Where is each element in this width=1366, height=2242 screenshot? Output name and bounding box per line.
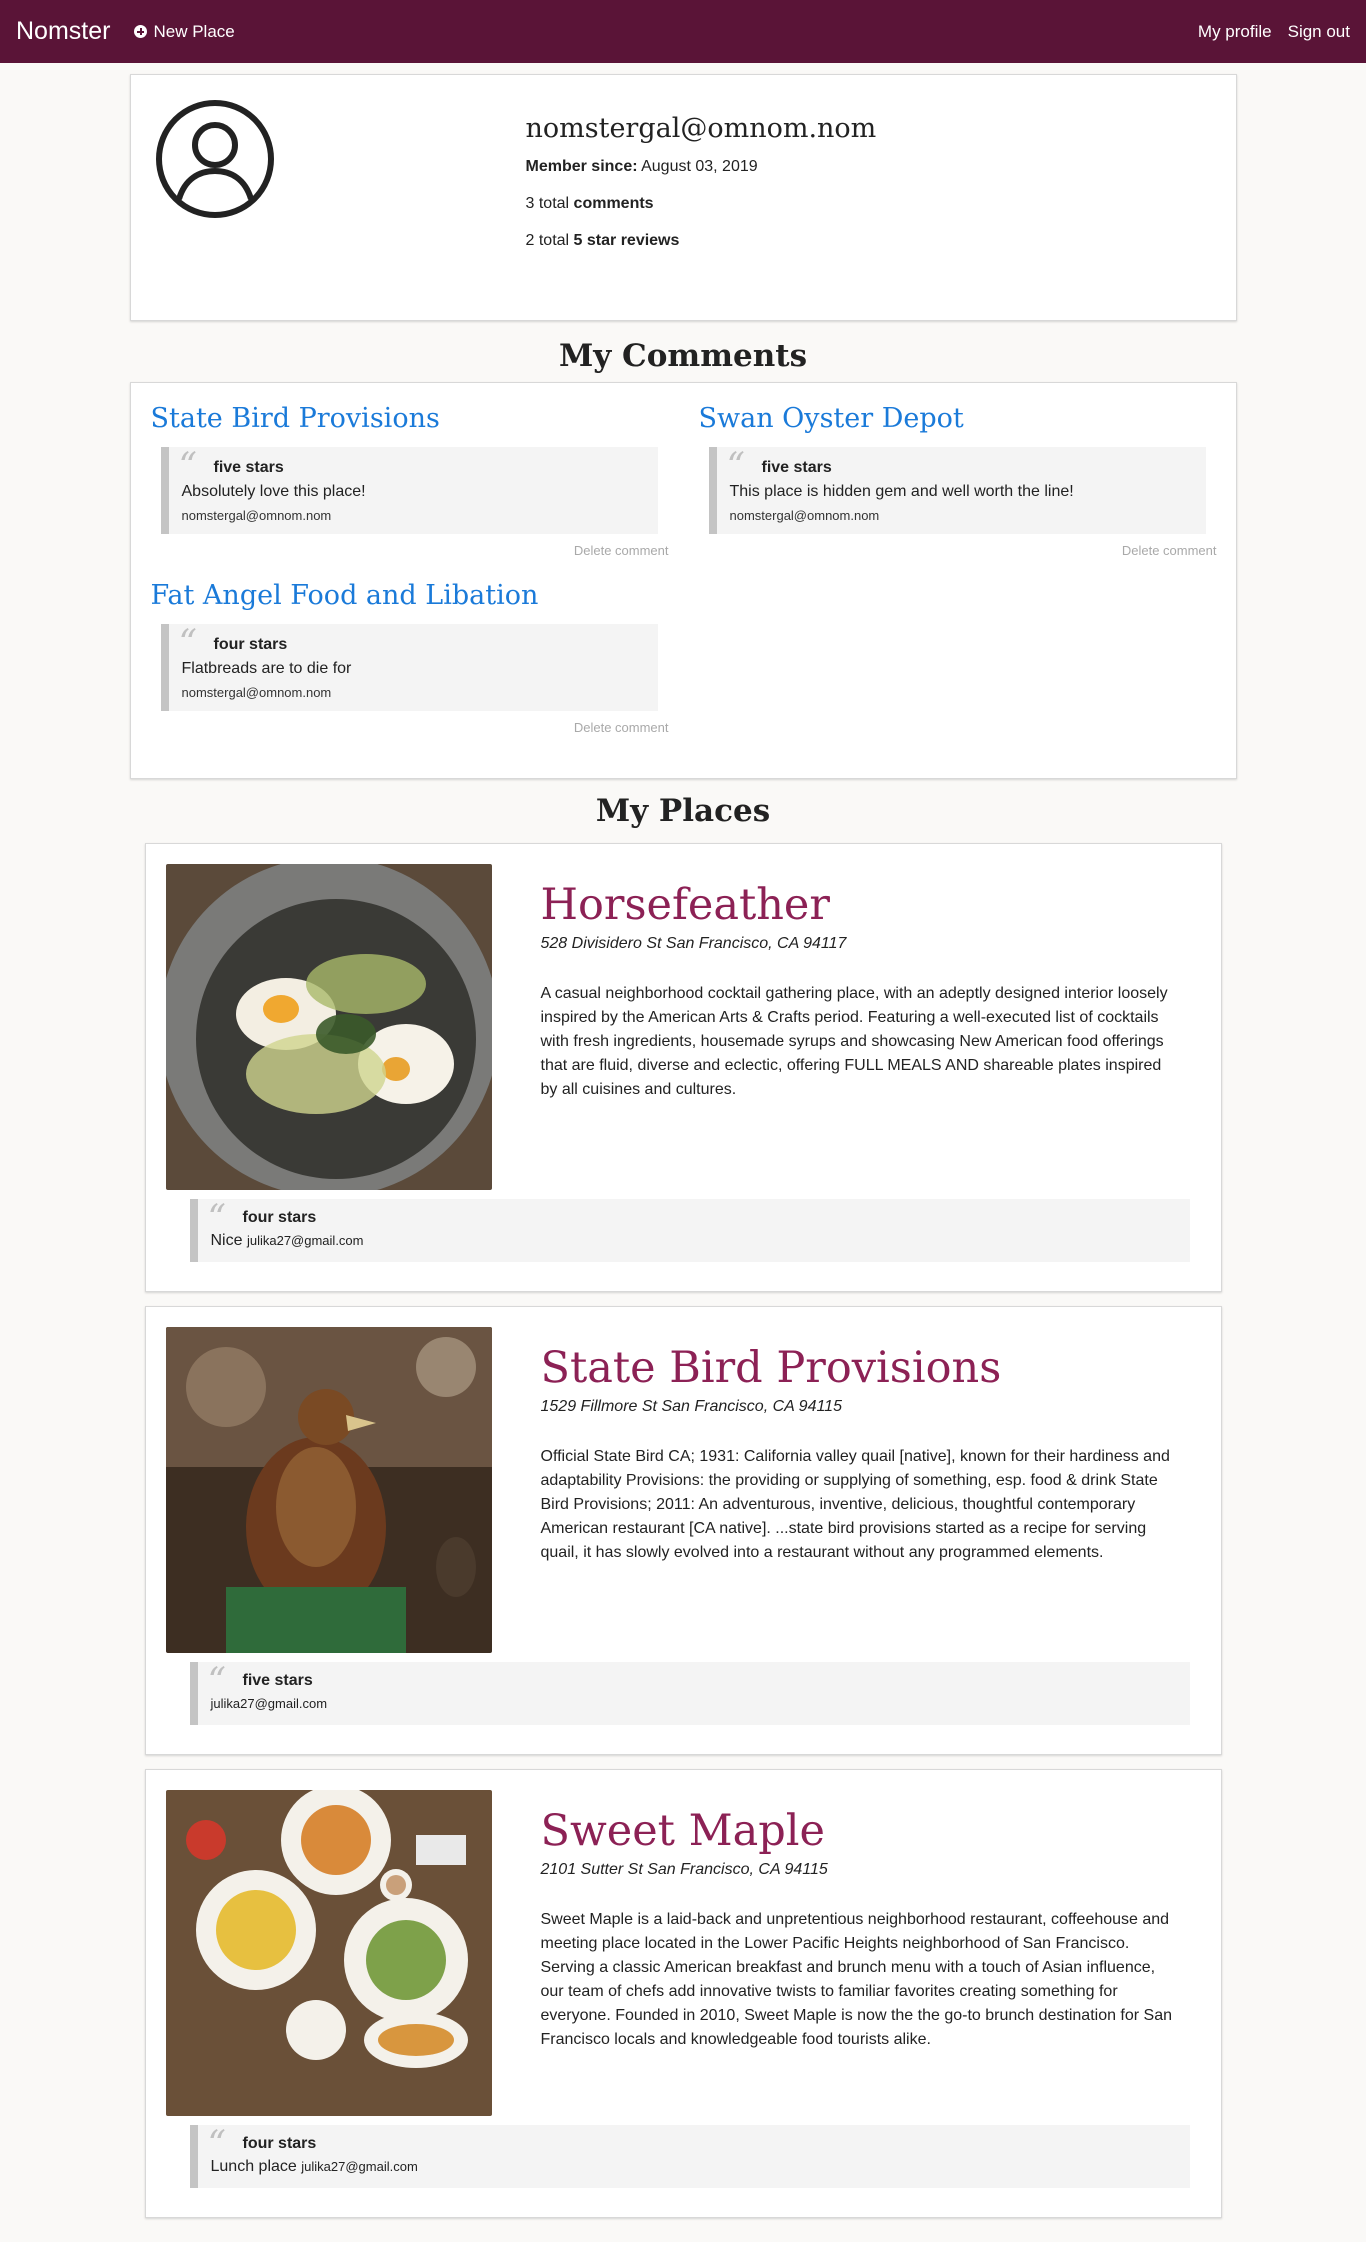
- reviews-total: 2 total 5 star reviews: [526, 232, 877, 250]
- comment-item: Fat Angel Food and Libation “ four stars…: [151, 580, 671, 735]
- comment-quote: “ four stars Flatbreads are to die for n…: [160, 623, 658, 711]
- comment-place-link[interactable]: Swan Oyster Depot: [699, 403, 1219, 439]
- place-name[interactable]: Sweet Maple: [541, 1806, 826, 1856]
- top-navbar: Nomster New Place My profile Sign out: [0, 0, 1366, 63]
- member-since-value: August 03, 2019: [641, 158, 758, 175]
- place-photo[interactable]: [165, 1790, 492, 2116]
- place-description: Official State Bird CA; 1931: California…: [540, 1448, 1170, 1561]
- reviews-word: 5 star reviews: [573, 232, 680, 249]
- place-address: 528 Divisidero St San Francisco, CA 9411…: [540, 935, 847, 952]
- comments-total: 3 total comments: [526, 195, 877, 213]
- review-author: julika27@gmail.com: [210, 1696, 328, 1711]
- quote-icon: “: [207, 2124, 226, 2165]
- delete-comment-link[interactable]: Delete comment: [699, 543, 1217, 558]
- comment-author: nomstergal@omnom.nom: [181, 508, 332, 523]
- main-container: nomstergal@omnom.nom Member since: Augus…: [129, 74, 1237, 2218]
- comment-quote: “ five stars This place is hidden gem an…: [708, 446, 1206, 534]
- profile-info: nomstergal@omnom.nom Member since: Augus…: [526, 113, 877, 269]
- comment-author: nomstergal@omnom.nom: [729, 508, 880, 523]
- comment-author: nomstergal@omnom.nom: [181, 685, 332, 700]
- comment-quote: “ five stars Absolutely love this place!…: [160, 446, 658, 534]
- comment-stars: five stars: [213, 459, 284, 476]
- review-author: julika27@gmail.com: [301, 2159, 418, 2174]
- quote-icon: “: [207, 1198, 226, 1239]
- place-review: “ five stars julika27@gmail.com: [189, 1661, 1190, 1725]
- review-stars: five stars: [242, 1672, 313, 1689]
- place-name[interactable]: Horsefeather: [541, 880, 830, 930]
- reviews-count: 2 total: [525, 232, 570, 249]
- comments-word: comments: [573, 195, 654, 212]
- comments-card: State Bird Provisions “ five stars Absol…: [129, 382, 1237, 779]
- profile-card: nomstergal@omnom.nom Member since: Augus…: [129, 74, 1237, 321]
- place-card: Sweet Maple 2101 Sutter St San Francisco…: [144, 1769, 1222, 2218]
- review-line: Nice julika27@gmail.com: [211, 1232, 1190, 1250]
- comment-item: State Bird Provisions “ five stars Absol…: [151, 403, 671, 558]
- comment-stars: five stars: [761, 459, 832, 476]
- quote-icon: “: [207, 1661, 226, 1702]
- comment-stars: four stars: [213, 636, 288, 653]
- place-photo[interactable]: [165, 864, 492, 1190]
- place-card: State Bird Provisions 1529 Fillmore St S…: [144, 1306, 1222, 1755]
- place-address: 1529 Fillmore St San Francisco, CA 94115: [540, 1398, 842, 1415]
- nav-right: My profile Sign out: [1198, 22, 1350, 42]
- comment-item: Swan Oyster Depot “ five stars This plac…: [699, 403, 1219, 558]
- brand-logo[interactable]: Nomster: [16, 17, 110, 46]
- quote-icon: “: [178, 446, 197, 487]
- my-profile-link[interactable]: My profile: [1198, 22, 1272, 42]
- comments-count: 3 total: [525, 195, 570, 212]
- delete-comment-link[interactable]: Delete comment: [151, 543, 669, 558]
- place-review: “ four stars Lunch place julika27@gmail.…: [189, 2124, 1190, 2188]
- review-stars: four stars: [242, 2135, 317, 2152]
- quote-icon: “: [726, 446, 745, 487]
- comment-place-link[interactable]: State Bird Provisions: [151, 403, 671, 439]
- review-line: Lunch place julika27@gmail.com: [211, 2158, 1190, 2176]
- quote-icon: “: [178, 623, 197, 664]
- new-place-link[interactable]: New Place: [134, 21, 235, 42]
- my-comments-heading: My Comments: [558, 338, 808, 374]
- nav-left: Nomster New Place: [16, 17, 235, 46]
- profile-email: nomstergal@omnom.nom: [525, 113, 877, 144]
- place-review: “ four stars Nice julika27@gmail.com: [189, 1198, 1190, 1262]
- review-stars: four stars: [242, 1209, 317, 1226]
- place-address: 2101 Sutter St San Francisco, CA 94115: [540, 1861, 828, 1878]
- place-name[interactable]: State Bird Provisions: [541, 1343, 1002, 1393]
- member-since: Member since: August 03, 2019: [526, 158, 877, 176]
- place-photo[interactable]: [165, 1327, 492, 1653]
- member-since-label: Member since:: [525, 158, 638, 175]
- my-places-heading: My Places: [595, 793, 771, 829]
- place-description: Sweet Maple is a laid-back and unpretent…: [540, 1911, 1173, 2048]
- delete-comment-link[interactable]: Delete comment: [151, 720, 669, 735]
- sign-out-link[interactable]: Sign out: [1288, 22, 1350, 42]
- new-place-label: New Place: [153, 21, 235, 41]
- review-line: julika27@gmail.com: [211, 1695, 1190, 1713]
- comment-text: Flatbreads are to die for: [181, 660, 352, 677]
- comment-text: This place is hidden gem and well worth …: [729, 483, 1074, 500]
- place-card: Horsefeather 528 Divisidero St San Franc…: [144, 843, 1222, 1292]
- review-author: julika27@gmail.com: [246, 1233, 364, 1248]
- comment-text: Absolutely love this place!: [181, 483, 366, 500]
- place-description: A casual neighborhood cocktail gathering…: [540, 985, 1168, 1098]
- user-avatar-icon: [155, 100, 274, 218]
- comment-place-link[interactable]: Fat Angel Food and Libation: [151, 580, 671, 616]
- plus-circle-icon: [134, 25, 148, 38]
